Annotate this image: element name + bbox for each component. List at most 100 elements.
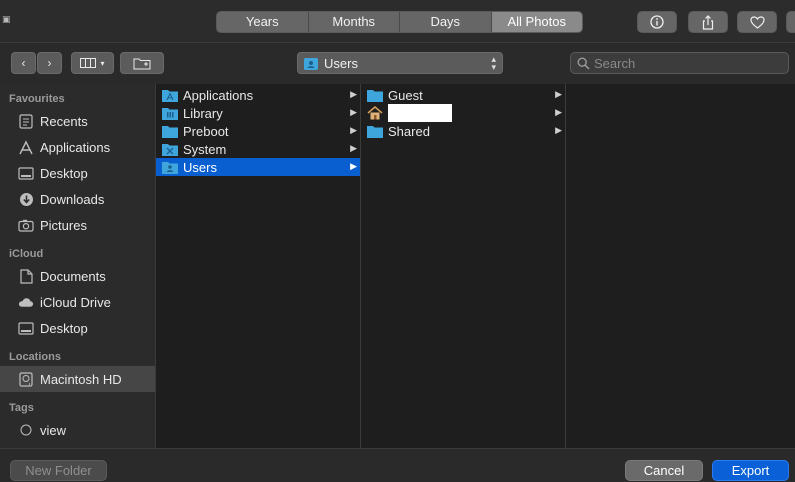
segment-days[interactable]: Days	[400, 12, 492, 32]
documents-icon	[18, 268, 34, 284]
segment-all-photos[interactable]: All Photos	[491, 12, 582, 32]
disclosure-arrow-icon: ▶	[555, 89, 562, 99]
tag-circle-icon	[18, 422, 34, 438]
chevron-left-icon: ‹	[21, 56, 26, 70]
location-label: Users	[324, 55, 358, 71]
favorite-button[interactable]	[737, 11, 777, 33]
sidebar-item-applications[interactable]: Applications	[0, 134, 155, 160]
browser-column-3	[566, 84, 795, 448]
export-button[interactable]: Export	[712, 460, 789, 481]
search-input[interactable]	[594, 55, 774, 71]
row-label: Guest	[388, 87, 423, 103]
browser-column-1: Applications ▶ Library ▶ Preboot ▶ Syste…	[156, 84, 361, 448]
folder-icon	[367, 90, 383, 102]
sheet-footer: New Folder Cancel Export	[0, 448, 795, 482]
row-label: Preboot	[183, 123, 229, 139]
home-icon	[367, 106, 383, 120]
location-popup[interactable]: Users ▴ ▾	[297, 52, 503, 74]
sidebar-item-label: Applications	[40, 139, 111, 155]
view-options-button[interactable]: ▾	[71, 52, 114, 74]
column-row-library[interactable]: Library ▶	[156, 104, 360, 122]
sidebar-heading-icloud: iCloud	[9, 248, 44, 260]
sidebar-heading-favourites: Favourites	[9, 93, 65, 105]
disclosure-arrow-icon: ▶	[350, 89, 357, 99]
recents-icon	[18, 113, 34, 129]
column-row-system[interactable]: System ▶	[156, 140, 360, 158]
column-row-applications[interactable]: Applications ▶	[156, 86, 360, 104]
row-label: Shared	[388, 123, 430, 139]
users-folder-icon	[304, 57, 318, 70]
info-icon	[650, 15, 664, 29]
sidebar-item-label: view	[40, 422, 67, 438]
forward-button[interactable]: ›	[37, 52, 62, 74]
chevron-down-icon: ▾	[100, 58, 105, 68]
applications-icon	[18, 139, 34, 155]
row-label: Applications	[183, 87, 254, 103]
share-icon	[702, 14, 714, 30]
sidebar-item-label: iCloud Drive	[40, 294, 111, 310]
desktop-icon	[18, 320, 34, 336]
column-row-preboot[interactable]: Preboot ▶	[156, 122, 360, 140]
disclosure-arrow-icon: ▶	[350, 125, 357, 135]
system-folder-icon	[162, 144, 178, 156]
folder-icon	[367, 126, 383, 138]
cancel-button[interactable]: Cancel	[625, 460, 703, 481]
share-button[interactable]	[688, 11, 728, 33]
sidebar-item-downloads[interactable]: Downloads	[0, 186, 155, 212]
column-row-guest[interactable]: Guest ▶	[361, 86, 565, 104]
window-corner-icon: ▣	[2, 14, 11, 24]
export-sheet: ‹ › ▾ Users ▴▾ Favourites Recents Applic…	[0, 42, 795, 482]
new-folder-icon	[133, 58, 151, 69]
new-folder-button[interactable]: New Folder	[10, 460, 107, 481]
row-label: Users	[183, 159, 217, 175]
sidebar-item-pictures[interactable]: Pictures	[0, 212, 155, 238]
column-view-icon	[80, 58, 97, 68]
redacted-username	[388, 104, 452, 122]
downloads-icon	[18, 191, 34, 207]
sidebar-item-label: Pictures	[40, 217, 87, 233]
desktop-icon	[18, 165, 34, 181]
column-row-home[interactable]: ▶	[361, 104, 565, 122]
sidebar-item-label: Desktop	[40, 165, 88, 181]
more-button[interactable]	[786, 11, 795, 33]
chevron-right-icon: ›	[47, 56, 52, 70]
sidebar-item-desktop[interactable]: Desktop	[0, 160, 155, 186]
sidebar-item-icloud-desktop[interactable]: Desktop	[0, 315, 155, 341]
row-label: Library	[183, 105, 223, 121]
photos-toolbar: ▣ Years Months Days All Photos	[0, 0, 795, 42]
sidebar-item-tag-view[interactable]: view	[0, 417, 155, 443]
sidebar-heading-locations: Locations	[9, 351, 61, 363]
segment-months[interactable]: Months	[309, 12, 400, 32]
disk-icon	[18, 371, 34, 387]
new-folder-toolbar-button[interactable]	[120, 52, 164, 74]
sidebar-item-label: Documents	[40, 268, 106, 284]
back-button[interactable]: ‹	[11, 52, 36, 74]
view-segmented-control: Years Months Days All Photos	[216, 11, 583, 33]
browser-column-2: Guest ▶ ▶ Shared ▶	[361, 84, 566, 448]
sidebar-heading-tags: Tags	[9, 402, 34, 414]
column-row-users[interactable]: Users ▶	[156, 158, 360, 176]
users-folder-icon	[162, 162, 178, 174]
updown-chevron-icon: ▴ ▾	[491, 54, 496, 72]
info-button[interactable]	[637, 11, 677, 33]
sidebar-item-macintosh-hd[interactable]: Macintosh HD	[0, 366, 155, 392]
row-label: System	[183, 141, 227, 157]
sidebar-item-label: Macintosh HD	[40, 371, 122, 387]
sidebar-item-label: Desktop	[40, 320, 88, 336]
sidebar-item-recents[interactable]: Recents	[0, 108, 155, 134]
sidebar-item-documents[interactable]: Documents	[0, 263, 155, 289]
search-field-container	[570, 52, 789, 74]
pictures-icon	[18, 217, 34, 233]
disclosure-arrow-icon: ▶	[350, 143, 357, 153]
disclosure-arrow-icon: ▶	[350, 161, 357, 171]
segment-years[interactable]: Years	[217, 12, 309, 32]
column-row-shared[interactable]: Shared ▶	[361, 122, 565, 140]
search-icon	[577, 56, 590, 70]
disclosure-arrow-icon: ▶	[555, 125, 562, 135]
sidebar-item-icloud-drive[interactable]: iCloud Drive	[0, 289, 155, 315]
library-folder-icon	[162, 108, 178, 120]
sidebar-item-label: Recents	[40, 113, 88, 129]
heart-icon	[749, 15, 765, 29]
applications-folder-icon	[162, 90, 178, 102]
disclosure-arrow-icon: ▶	[555, 107, 562, 117]
